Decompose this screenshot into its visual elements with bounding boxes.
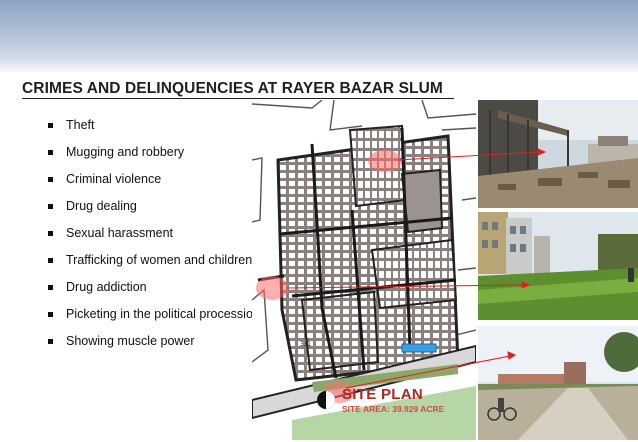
header-shade: [0, 62, 638, 76]
bullet-square-icon: [48, 231, 53, 236]
bullet-text: Showing muscle power: [66, 334, 195, 348]
bullet-square-icon: [48, 339, 53, 344]
photo-market-shed: [478, 100, 638, 208]
photo-green-lot: [478, 212, 638, 320]
svg-text:3/1: 3/1: [300, 340, 311, 348]
bullet-text: Criminal violence: [66, 172, 162, 186]
slide-title: CRIMES AND DELINQUENCIES AT RAYER BAZAR …: [22, 80, 443, 97]
bullet-text: Drug dealing: [66, 199, 137, 213]
photo-open-field: [478, 326, 638, 440]
bullet-text: Sexual harassment: [66, 226, 174, 240]
bullet-square-icon: [48, 204, 53, 209]
site-plan-label: SITE PLAN: [342, 386, 424, 403]
bullet-square-icon: [48, 177, 53, 182]
bullet-square-icon: [48, 258, 53, 263]
bullet-square-icon: [48, 285, 53, 290]
bullet-text: Picketing in the political procession: [66, 307, 260, 321]
title-underline: [22, 98, 454, 99]
bullet-square-icon: [48, 150, 53, 155]
bullet-text: Mugging and robbery: [66, 145, 185, 159]
bullet-text: Drug addiction: [66, 280, 147, 294]
bullet-text: Trafficking of women and children: [66, 253, 253, 267]
bullet-square-icon: [48, 312, 53, 317]
bullet-square-icon: [48, 123, 53, 128]
bullet-text: Theft: [66, 118, 95, 132]
site-area-label: SITE AREA: 39.929 ACRE: [342, 404, 445, 414]
